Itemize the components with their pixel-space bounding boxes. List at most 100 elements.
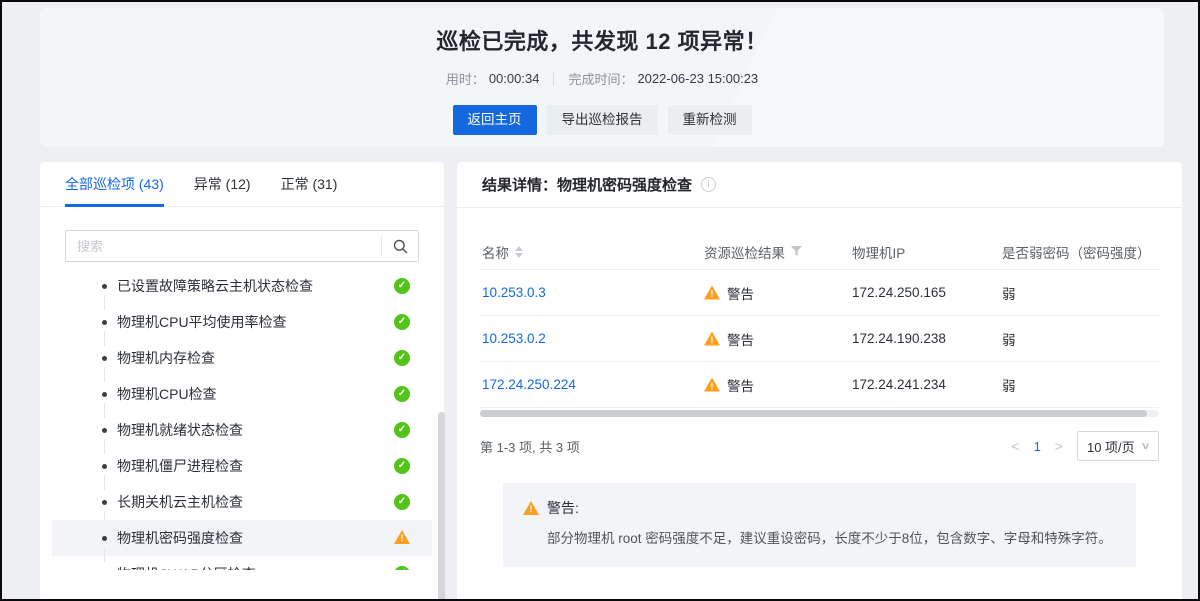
list-item[interactable]: 物理机CPU检查 ✓ [52, 376, 432, 412]
exclamation-glyph: ! [711, 336, 714, 345]
sort-icon[interactable] [515, 246, 523, 258]
list-item[interactable]: 物理机就绪状态检查 ✓ [52, 412, 432, 448]
page-size-select[interactable]: 10 项/页 ∨ [1077, 431, 1159, 461]
list-item[interactable]: 物理机SWAP分区检查 ✓ [52, 556, 432, 570]
horizontal-scrollbar [480, 410, 1159, 417]
warning-triangle-icon: ! [523, 501, 539, 515]
host-name-link[interactable]: 172.24.250.224 [482, 377, 576, 392]
meta-divider [553, 72, 554, 86]
status-ok-icon: ✓ [394, 422, 410, 438]
finish-time-label: 完成时间： [568, 69, 633, 88]
warning-message-box: ! 警告: 部分物理机 root 密码强度不足，建议重设密码，长度不少于8位，包… [503, 483, 1136, 567]
warning-triangle-icon: ! [704, 286, 720, 300]
info-icon[interactable]: i [701, 177, 716, 192]
status-ok-icon: ✓ [394, 278, 410, 294]
check-glyph: ✓ [398, 425, 406, 435]
column-name: 名称 [482, 242, 704, 262]
page-size-value: 10 项/页 [1087, 437, 1135, 456]
column-ip-label: 物理机IP [852, 242, 905, 262]
list-item[interactable]: 长期关机云主机检查 ✓ [52, 484, 432, 520]
column-weak-password: 是否弱密码（密码强度） [1002, 242, 1157, 262]
detail-header: 结果详情： 物理机密码强度检查 i [457, 162, 1182, 208]
summary-meta: 用时： 00:00:34 完成时间： 2022-06-23 15:00:23 [40, 69, 1164, 88]
column-result: 资源巡检结果 [704, 242, 852, 262]
horizontal-scroll-thumb[interactable] [480, 410, 1147, 417]
search-icon [393, 239, 408, 254]
detail-title-label: 结果详情： [482, 174, 557, 195]
ip-cell: 172.24.190.238 [852, 331, 1002, 346]
list-item[interactable]: 物理机CPU平均使用率检查 ✓ [52, 304, 432, 340]
weak-password-cell: 弱 [1002, 329, 1157, 349]
action-buttons: 返回主页 导出巡检报告 重新检测 [40, 105, 1164, 135]
result-text: 警告 [727, 375, 754, 395]
ip-cell: 172.24.250.165 [852, 285, 1002, 300]
item-label: 物理机就绪状态检查 [117, 420, 243, 440]
recheck-button[interactable]: 重新检测 [668, 105, 752, 135]
duration-label: 用时： [446, 69, 485, 88]
table-row: 172.24.250.224 ! 警告 172.24.241.234 弱 [480, 362, 1159, 408]
inspection-items-list: 已设置故障策略云主机状态检查 ✓ 物理机CPU平均使用率检查 ✓ 物理机内存检查… [40, 268, 444, 570]
bullet-icon [102, 536, 107, 541]
list-item[interactable]: 物理机内存检查 ✓ [52, 340, 432, 376]
export-report-button[interactable]: 导出巡检报告 [547, 105, 658, 135]
list-item[interactable]: 物理机僵尸进程检查 ✓ [52, 448, 432, 484]
bullet-icon [102, 500, 107, 505]
page-title: 巡检已完成，共发现 12 项异常！ [40, 8, 1164, 56]
search-input[interactable] [66, 239, 381, 254]
item-label: 物理机CPU平均使用率检查 [117, 312, 287, 332]
bullet-icon [102, 320, 107, 325]
column-weak-password-label: 是否弱密码（密码强度） [1002, 242, 1151, 262]
table-row: 10.253.0.2 ! 警告 172.24.190.238 弱 [480, 316, 1159, 362]
warning-triangle-icon: ! [704, 378, 720, 392]
search-box [65, 230, 419, 262]
item-label: 已设置故障策略云主机状态检查 [117, 276, 313, 296]
table-row: 10.253.0.3 ! 警告 172.24.250.165 弱 [480, 270, 1159, 316]
vertical-scrollbar[interactable] [438, 412, 445, 601]
status-ok-icon: ✓ [394, 386, 410, 402]
check-glyph: ✓ [398, 497, 406, 507]
status-ok-icon: ✓ [394, 350, 410, 366]
tab-normal[interactable]: 正常 (31) [281, 162, 338, 206]
list-item-selected[interactable]: 物理机密码强度检查 ! [52, 520, 432, 556]
title-suffix: 项异常！ [671, 29, 768, 54]
bullet-icon [102, 464, 107, 469]
chevron-down-icon: ∨ [1140, 441, 1150, 452]
warning-triangle-icon: ! [704, 332, 720, 346]
page: 巡检已完成，共发现 12 项异常！ 用时： 00:00:34 完成时间： 202… [0, 0, 1200, 601]
check-glyph: ✓ [398, 353, 406, 363]
filter-icon[interactable] [791, 246, 802, 257]
search-button[interactable] [382, 231, 418, 261]
result-cell: ! 警告 [704, 283, 852, 303]
column-ip: 物理机IP [852, 242, 1002, 262]
status-ok-icon: ✓ [394, 458, 410, 474]
host-name-link[interactable]: 10.253.0.3 [482, 285, 546, 300]
next-page-icon[interactable]: > [1055, 439, 1063, 453]
tab-abnormal[interactable]: 异常 (12) [194, 162, 251, 206]
pagination-summary: 第 1-3 项, 共 3 项 [480, 437, 580, 456]
table-header-row: 名称 资源巡检结果 物理机IP 是否弱密码（密码强度） [480, 208, 1159, 270]
item-label: 物理机内存检查 [117, 348, 215, 368]
duration-value: 00:00:34 [489, 71, 540, 86]
bullet-icon [102, 284, 107, 289]
exclamation-glyph: ! [530, 505, 533, 514]
warning-message: 部分物理机 root 密码强度不足，建议重设密码，长度不少于8位，包含数字、字母… [547, 529, 1116, 549]
prev-page-icon[interactable]: < [1011, 439, 1019, 453]
exclamation-glyph: ! [711, 382, 714, 391]
column-name-label: 名称 [482, 242, 509, 262]
tab-all-items[interactable]: 全部巡检项 (43) [65, 162, 164, 206]
list-item[interactable]: 已设置故障策略云主机状态检查 ✓ [52, 268, 432, 304]
result-cell: ! 警告 [704, 329, 852, 349]
item-label: 物理机SWAP分区检查 [117, 564, 256, 570]
item-label: 物理机密码强度检查 [117, 528, 243, 548]
bullet-icon [102, 428, 107, 433]
check-glyph: ✓ [398, 389, 406, 399]
check-glyph: ✓ [398, 461, 406, 471]
back-home-button[interactable]: 返回主页 [453, 105, 537, 135]
finish-time-value: 2022-06-23 15:00:23 [637, 71, 758, 86]
result-text: 警告 [727, 283, 754, 303]
anomaly-count: 12 [646, 29, 671, 54]
bullet-icon [102, 356, 107, 361]
host-name-link[interactable]: 10.253.0.2 [482, 331, 546, 346]
page-number[interactable]: 1 [1034, 439, 1041, 454]
check-glyph: ✓ [398, 569, 406, 570]
